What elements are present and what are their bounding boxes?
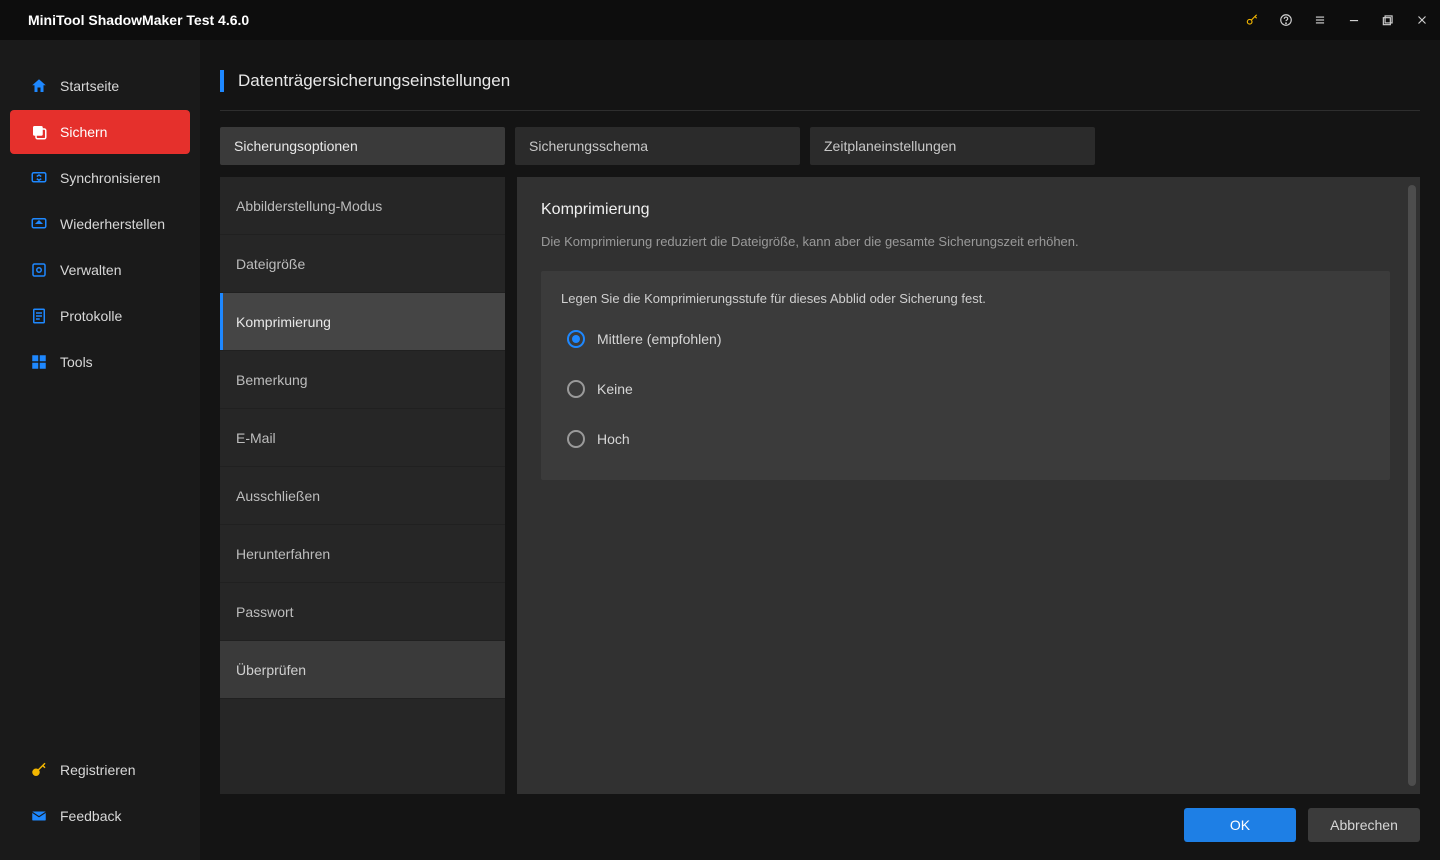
tab-label: Zeitplaneinstellungen xyxy=(824,138,956,154)
tab-label: Sicherungsschema xyxy=(529,138,648,154)
titlebar: MiniTool ShadowMaker Test 4.6.0 xyxy=(0,0,1440,40)
sidebar-item-label: Wiederherstellen xyxy=(60,216,165,232)
sub-item-dateigroesse[interactable]: Dateigröße xyxy=(220,235,505,293)
backup-icon xyxy=(30,123,48,141)
sidebar-item-startseite[interactable]: Startseite xyxy=(10,64,190,108)
tab-sicherungsschema[interactable]: Sicherungsschema xyxy=(515,127,800,165)
sidebar-item-label: Tools xyxy=(60,354,93,370)
radio-icon xyxy=(567,430,585,448)
radio-label: Hoch xyxy=(597,431,630,447)
radio-mittlere[interactable]: Mittlere (empfohlen) xyxy=(561,330,1370,348)
sidebar-bottom: Registrieren Feedback xyxy=(0,748,200,860)
feedback-mail-icon xyxy=(30,807,48,825)
footer: OK Abbrechen xyxy=(220,794,1420,860)
sub-item-label: Ausschließen xyxy=(236,488,320,504)
sub-item-email[interactable]: E-Mail xyxy=(220,409,505,467)
page-header: Datenträgersicherungseinstellungen xyxy=(220,40,1420,111)
minimize-icon[interactable] xyxy=(1346,12,1362,28)
main-row: Startseite Sichern Synchronisieren Wiede… xyxy=(0,40,1440,860)
sidebar-item-label: Registrieren xyxy=(60,762,135,778)
tab-zeitplaneinstellungen[interactable]: Zeitplaneinstellungen xyxy=(810,127,1095,165)
sidebar-item-label: Verwalten xyxy=(60,262,121,278)
maximize-icon[interactable] xyxy=(1380,12,1396,28)
restore-icon xyxy=(30,215,48,233)
ok-button[interactable]: OK xyxy=(1184,808,1296,842)
sidebar-item-label: Synchronisieren xyxy=(60,170,160,186)
page-title: Datenträgersicherungseinstellungen xyxy=(238,71,510,91)
key-icon[interactable] xyxy=(1244,12,1260,28)
sub-item-label: Abbilderstellung-Modus xyxy=(236,198,382,214)
option-caption: Legen Sie die Komprimierungsstufe für di… xyxy=(561,291,1370,306)
sync-icon xyxy=(30,169,48,187)
sub-item-label: Überprüfen xyxy=(236,662,306,678)
radio-hoch[interactable]: Hoch xyxy=(561,430,1370,448)
home-icon xyxy=(30,77,48,95)
sub-item-herunterfahren[interactable]: Herunterfahren xyxy=(220,525,505,583)
radio-label: Keine xyxy=(597,381,633,397)
sub-item-label: Passwort xyxy=(236,604,294,620)
sidebar-item-sichern[interactable]: Sichern xyxy=(10,110,190,154)
sidebar-item-wiederherstellen[interactable]: Wiederherstellen xyxy=(10,202,190,246)
sub-item-ausschliessen[interactable]: Ausschließen xyxy=(220,467,505,525)
sub-list: Abbilderstellung-Modus Dateigröße Kompri… xyxy=(220,177,505,794)
sub-item-ueberpruefen[interactable]: Überprüfen xyxy=(220,641,505,699)
help-icon[interactable] xyxy=(1278,12,1294,28)
content: Datenträgersicherungseinstellungen Siche… xyxy=(200,40,1440,860)
sidebar-item-tools[interactable]: Tools xyxy=(10,340,190,384)
sub-item-passwort[interactable]: Passwort xyxy=(220,583,505,641)
detail-desc: Die Komprimierung reduziert die Dateigrö… xyxy=(541,233,1404,251)
sidebar-item-protokolle[interactable]: Protokolle xyxy=(10,294,190,338)
sidebar-item-label: Protokolle xyxy=(60,308,122,324)
radio-label: Mittlere (empfohlen) xyxy=(597,331,722,347)
tools-icon xyxy=(30,353,48,371)
detail-title: Komprimierung xyxy=(541,201,1404,219)
sidebar-item-synchronisieren[interactable]: Synchronisieren xyxy=(10,156,190,200)
scrollbar[interactable] xyxy=(1408,185,1416,786)
radio-keine[interactable]: Keine xyxy=(561,380,1370,398)
sidebar-item-label: Sichern xyxy=(60,124,107,140)
sub-item-label: Bemerkung xyxy=(236,372,308,388)
titlebar-left: MiniTool ShadowMaker Test 4.6.0 xyxy=(20,11,249,29)
sub-item-abbilderstellung[interactable]: Abbilderstellung-Modus xyxy=(220,177,505,235)
detail-panel: Komprimierung Die Komprimierung reduzier… xyxy=(517,177,1420,794)
tab-sicherungsoptionen[interactable]: Sicherungsoptionen xyxy=(220,127,505,165)
sidebar-item-registrieren[interactable]: Registrieren xyxy=(10,748,190,792)
app-title: MiniTool ShadowMaker Test 4.6.0 xyxy=(28,12,249,28)
sub-item-label: Komprimierung xyxy=(236,314,331,330)
radio-icon xyxy=(567,380,585,398)
sidebar-item-verwalten[interactable]: Verwalten xyxy=(10,248,190,292)
radio-icon xyxy=(567,330,585,348)
sub-item-komprimierung[interactable]: Komprimierung xyxy=(220,293,505,351)
manage-icon xyxy=(30,261,48,279)
panel-row: Abbilderstellung-Modus Dateigröße Kompri… xyxy=(220,177,1420,794)
button-label: OK xyxy=(1230,817,1250,833)
logs-icon xyxy=(30,307,48,325)
sidebar-top: Startseite Sichern Synchronisieren Wiede… xyxy=(0,64,200,748)
accent-bar xyxy=(220,70,224,92)
register-key-icon xyxy=(30,761,48,779)
tab-label: Sicherungsoptionen xyxy=(234,138,358,154)
sub-item-bemerkung[interactable]: Bemerkung xyxy=(220,351,505,409)
sidebar-item-label: Startseite xyxy=(60,78,119,94)
menu-icon[interactable] xyxy=(1312,12,1328,28)
option-box: Legen Sie die Komprimierungsstufe für di… xyxy=(541,271,1390,480)
tabs-row: Sicherungsoptionen Sicherungsschema Zeit… xyxy=(220,127,1420,165)
sidebar-item-label: Feedback xyxy=(60,808,121,824)
sub-item-label: Dateigröße xyxy=(236,256,305,272)
cancel-button[interactable]: Abbrechen xyxy=(1308,808,1420,842)
sub-item-label: E-Mail xyxy=(236,430,276,446)
sidebar: Startseite Sichern Synchronisieren Wiede… xyxy=(0,40,200,860)
sub-item-label: Herunterfahren xyxy=(236,546,330,562)
button-label: Abbrechen xyxy=(1330,817,1398,833)
titlebar-right xyxy=(1244,12,1430,28)
sidebar-item-feedback[interactable]: Feedback xyxy=(10,794,190,838)
close-icon[interactable] xyxy=(1414,12,1430,28)
